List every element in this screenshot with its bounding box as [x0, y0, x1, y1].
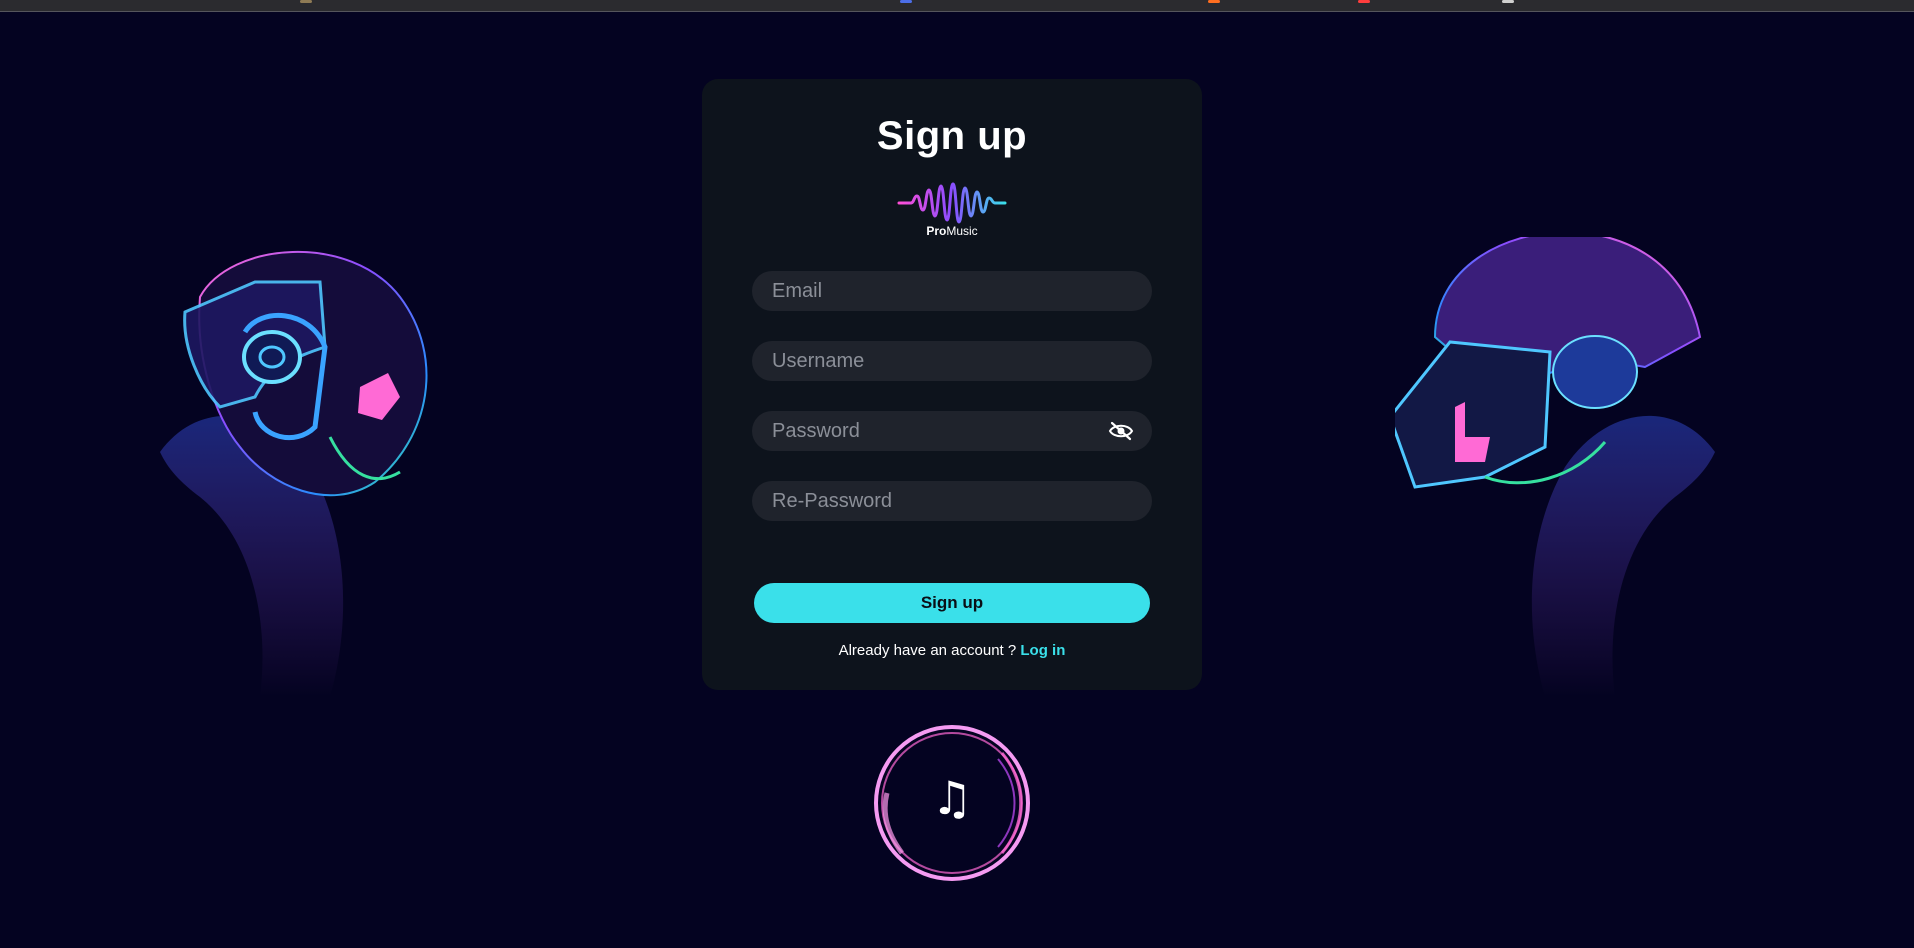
email-field-wrapper	[752, 271, 1152, 311]
username-field[interactable]	[752, 341, 1152, 381]
repassword-field-wrapper	[752, 481, 1152, 521]
signup-card: Sign up ProMusic Email Username Sign up …	[702, 79, 1202, 690]
login-prompt-text: Already have an account ?	[838, 642, 1021, 659]
tab-marker	[1358, 0, 1370, 3]
login-prompt: Already have an account ? Log in	[702, 642, 1202, 659]
password-field[interactable]	[752, 411, 1152, 451]
tab-marker	[1502, 0, 1514, 3]
tab-marker	[1208, 0, 1220, 3]
username-field-wrapper	[752, 341, 1152, 381]
page-title: Sign up	[876, 114, 1028, 158]
signup-button[interactable]: Sign up	[754, 583, 1150, 623]
promusic-logo: ProMusic	[897, 182, 1007, 242]
helmet-left-illustration	[160, 250, 428, 697]
eye-slash-icon[interactable]	[1108, 421, 1134, 441]
tab-marker	[300, 0, 312, 3]
tab-marker	[900, 0, 912, 3]
password-field-wrapper	[752, 411, 1152, 451]
repassword-field[interactable]	[752, 481, 1152, 521]
soundwave-logo-icon	[897, 182, 1007, 224]
logo-brand-text: ProMusic	[926, 224, 978, 238]
helmet-right-illustration	[1395, 237, 1715, 697]
login-link[interactable]: Log in	[1020, 642, 1065, 659]
music-badge: ♫	[872, 723, 1032, 883]
email-field[interactable]	[752, 271, 1152, 311]
music-note-icon: ♫	[931, 771, 973, 825]
signup-page: Sign up ProMusic Email Username Sign up …	[0, 12, 1914, 948]
browser-top-bar	[0, 0, 1914, 12]
